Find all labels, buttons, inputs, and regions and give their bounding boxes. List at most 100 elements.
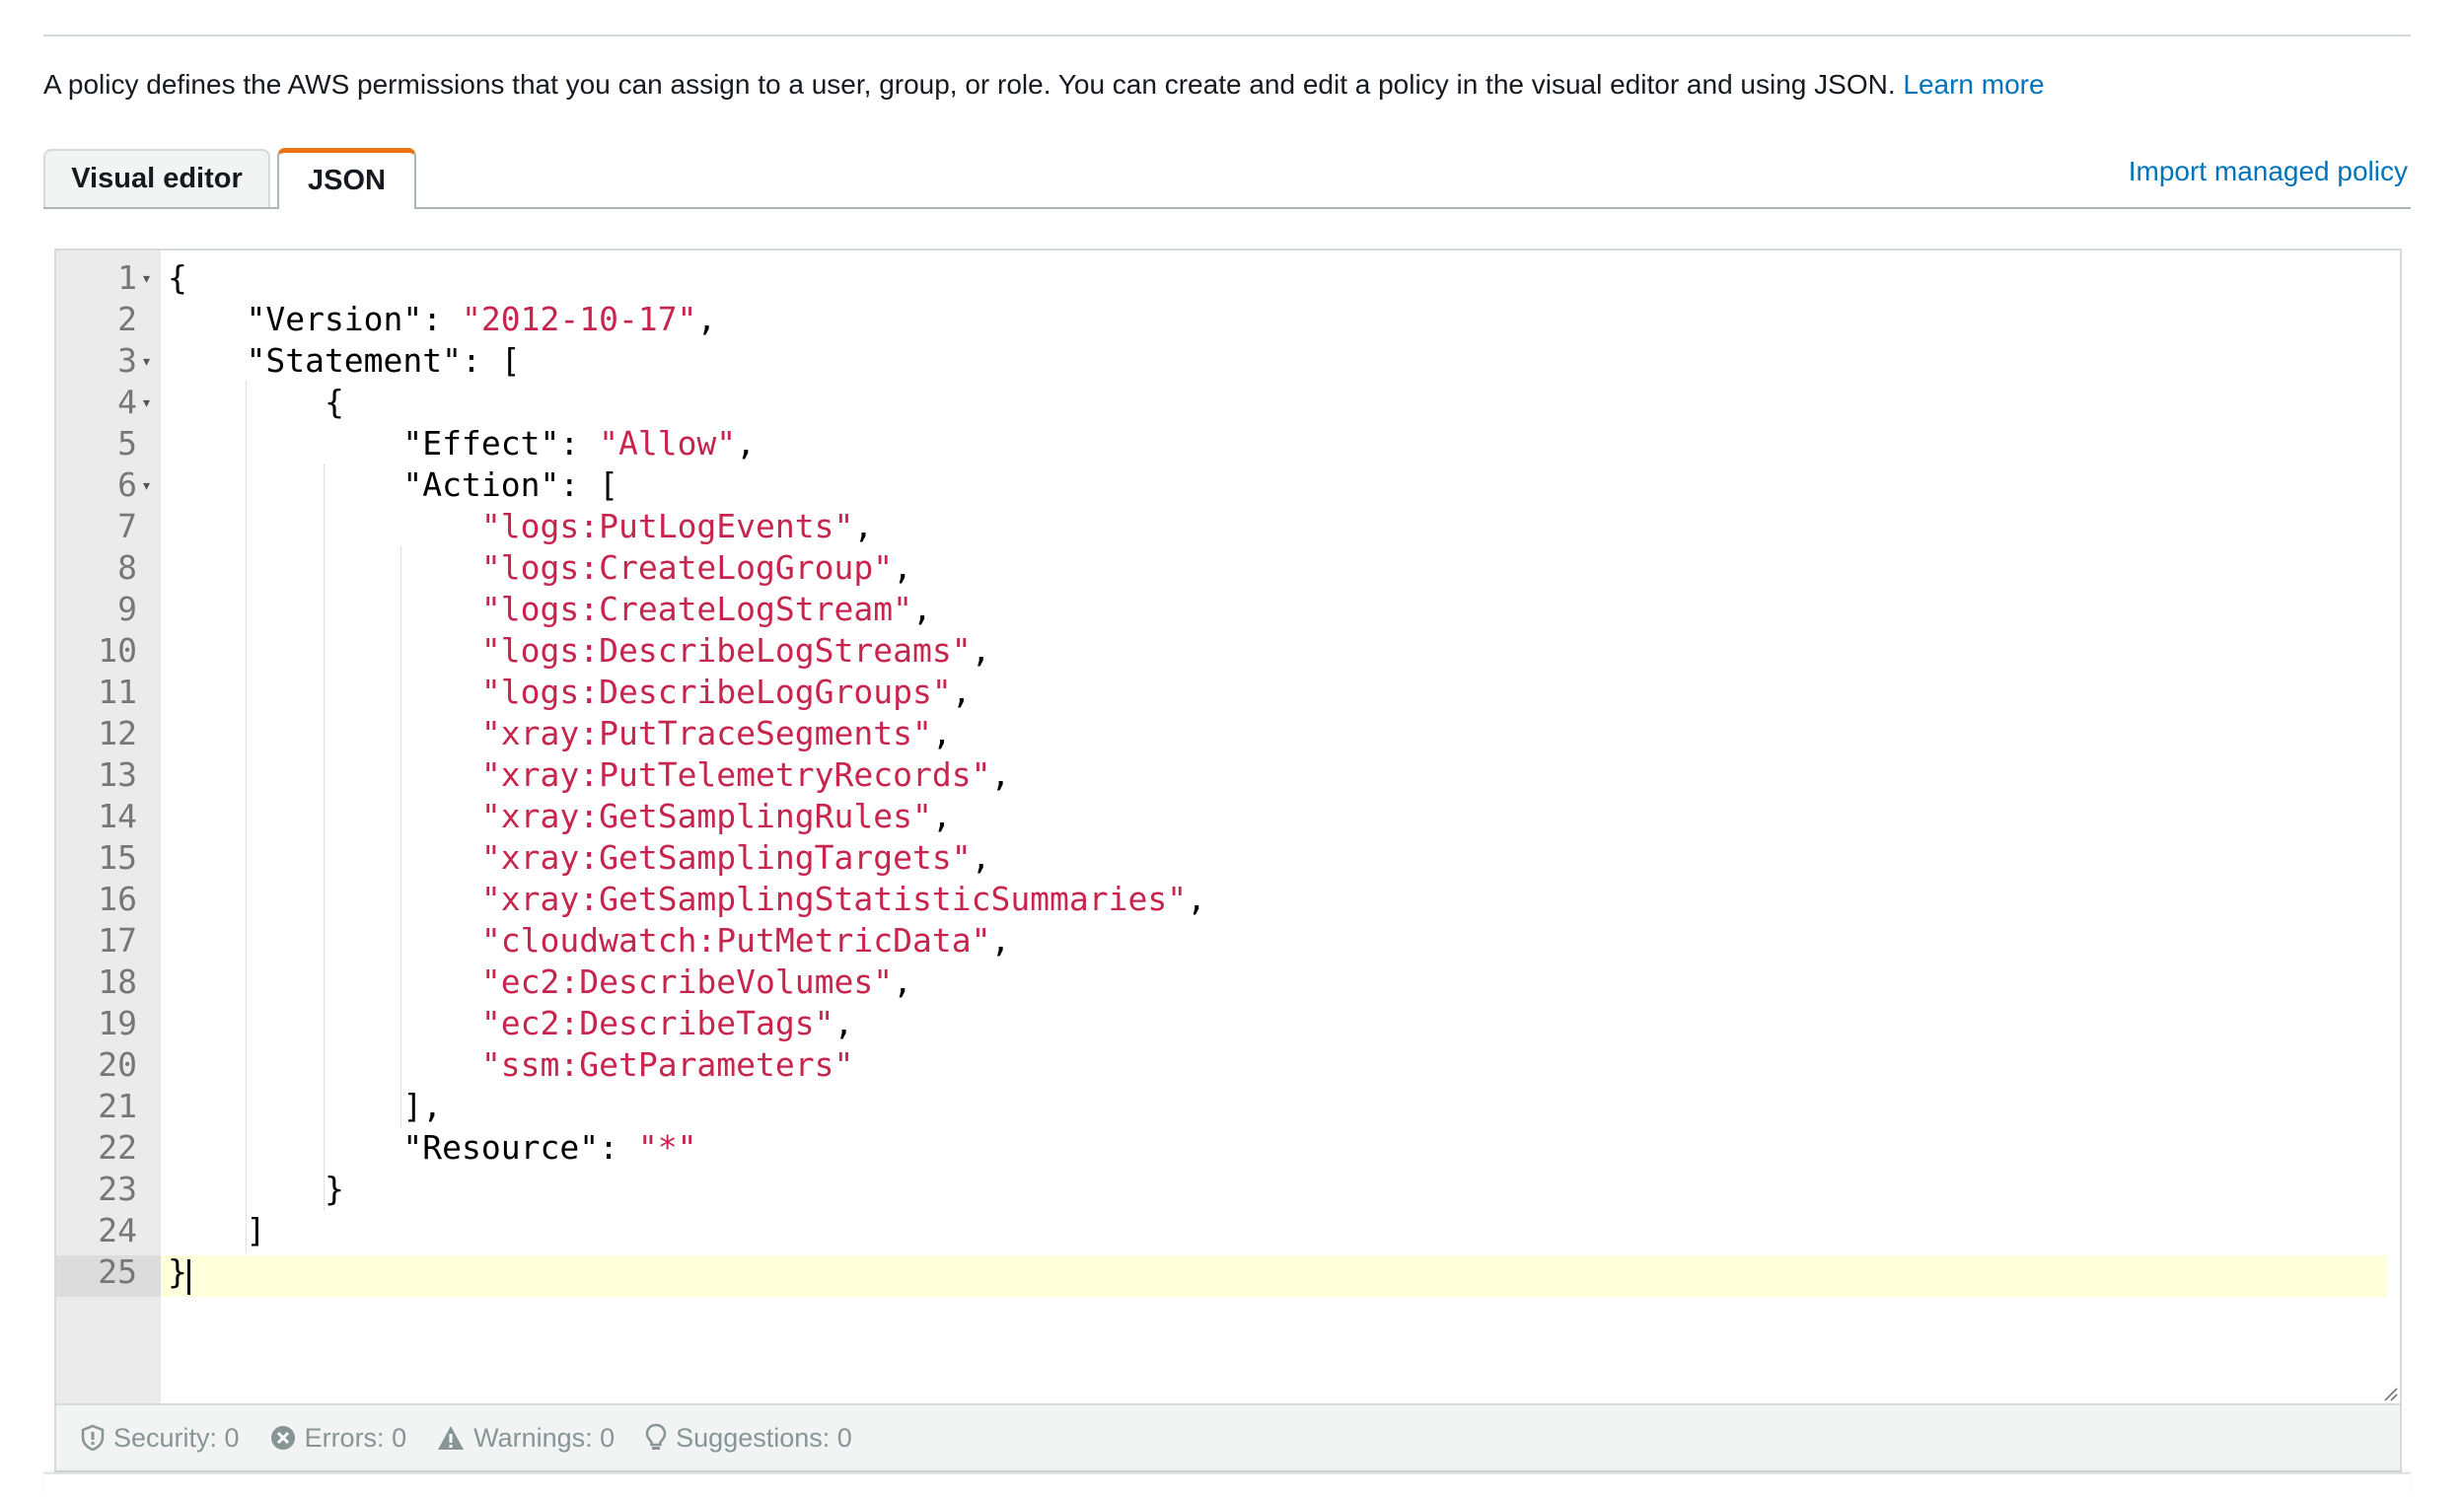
code-line: "logs:PutLogEvents", xyxy=(168,506,873,547)
string-token: "logs:DescribeLogGroups" xyxy=(480,673,952,711)
line-number: 8 xyxy=(117,548,137,587)
code-line: "xray:GetSamplingRules", xyxy=(168,796,952,837)
code-token: , xyxy=(990,755,1011,794)
json-policy-editor[interactable]: 1 ▾ 2 3 ▾ 4 ▾ 5 6 ▾ 7 8 9 10 11 12 13 14 15 16 17 18 19 20 21 22 2… xyxy=(54,249,2402,1405)
active-line-highlight xyxy=(162,1255,2387,1297)
line-number: 1 xyxy=(117,258,137,297)
line-number: 22 xyxy=(98,1128,137,1167)
code-token: "Statement": [ xyxy=(168,341,521,380)
learn-more-link[interactable]: Learn more xyxy=(1903,69,2044,100)
indent-guide xyxy=(245,382,247,1251)
line-number: 25 xyxy=(98,1252,137,1291)
indent-guide xyxy=(323,464,325,1210)
string-token: "logs:CreateLogGroup" xyxy=(480,548,894,587)
code-line: "logs:DescribeLogStreams", xyxy=(168,630,991,672)
lightbulb-icon xyxy=(645,1423,667,1450)
string-token: "xray:GetSamplingRules" xyxy=(480,797,932,835)
code-token: , xyxy=(893,548,912,587)
line-number: 12 xyxy=(98,714,137,752)
tab-json-label: JSON xyxy=(308,165,386,196)
code-line: "ssm:GetParameters" xyxy=(168,1044,854,1086)
security-status[interactable]: Security: 0 xyxy=(80,1423,240,1454)
line-number: 2 xyxy=(117,300,137,338)
string-token: "ec2:DescribeTags" xyxy=(480,1004,834,1042)
line-number: 6 xyxy=(117,465,137,504)
code-line: } xyxy=(168,1169,344,1210)
fold-arrow-icon[interactable]: ▾ xyxy=(143,382,150,423)
line-number: 7 xyxy=(117,507,137,545)
code-token: , xyxy=(893,962,912,1001)
line-number: 15 xyxy=(98,838,137,877)
code-line: "logs:CreateLogGroup", xyxy=(168,547,912,589)
code-line: "Resource": "*" xyxy=(168,1127,696,1169)
error-icon xyxy=(270,1426,295,1450)
string-token: "xray:PutTelemetryRecords" xyxy=(480,755,991,794)
next-panel-edge xyxy=(43,1472,2411,1497)
code-token: } xyxy=(168,1170,344,1208)
tab-visual-editor[interactable]: Visual editor xyxy=(43,149,270,207)
fold-arrow-icon[interactable]: ▾ xyxy=(143,340,150,382)
string-token: "ec2:DescribeVolumes" xyxy=(480,962,894,1001)
line-number: 11 xyxy=(98,673,137,711)
code-token: , xyxy=(931,714,952,752)
validation-status-bar: Security: 0 Errors: 0 Warnings: 0 Sugges… xyxy=(54,1405,2402,1472)
code-token: , xyxy=(971,631,991,670)
code-line: "xray:PutTraceSegments", xyxy=(168,713,952,754)
code-line: ] xyxy=(168,1210,265,1251)
suggestions-status[interactable]: Suggestions: 0 xyxy=(644,1423,852,1454)
code-line: "xray:GetSamplingTargets", xyxy=(168,837,991,879)
code-line: "ec2:DescribeTags", xyxy=(168,1003,854,1044)
code-line: "Effect": "Allow", xyxy=(168,423,756,464)
code-token: , xyxy=(833,1004,854,1042)
string-token: "*" xyxy=(637,1128,697,1167)
text-cursor xyxy=(187,1259,190,1295)
fold-arrow-icon[interactable]: ▾ xyxy=(143,257,150,299)
indent-guide xyxy=(400,547,402,1127)
tab-json[interactable]: JSON xyxy=(277,148,416,209)
string-token: "logs:DescribeLogStreams" xyxy=(480,631,972,670)
code-token: , xyxy=(736,424,757,463)
line-number: 3 xyxy=(117,341,137,380)
line-number: 18 xyxy=(98,962,137,1001)
string-token: "xray:GetSamplingTargets" xyxy=(480,838,972,877)
line-number: 23 xyxy=(98,1170,137,1208)
string-token: "cloudwatch:PutMetricData" xyxy=(480,921,991,960)
warning-icon xyxy=(438,1426,465,1450)
code-token: , xyxy=(931,797,952,835)
code-line: { xyxy=(168,382,344,423)
fold-arrow-icon[interactable]: ▾ xyxy=(143,464,150,506)
code-line: "ec2:DescribeVolumes", xyxy=(168,962,912,1003)
string-token: "logs:PutLogEvents" xyxy=(480,507,854,545)
line-number: 14 xyxy=(98,797,137,835)
code-line: "logs:DescribeLogGroups", xyxy=(168,672,972,713)
resize-handle-icon[interactable] xyxy=(2382,1386,2398,1401)
code-line: "logs:CreateLogStream", xyxy=(168,589,932,630)
warnings-status[interactable]: Warnings: 0 xyxy=(436,1423,615,1454)
top-divider xyxy=(43,35,2411,36)
code-token: { xyxy=(168,383,344,421)
line-number: 21 xyxy=(98,1087,137,1125)
code-token: ] xyxy=(168,1211,266,1249)
code-token: , xyxy=(911,590,932,628)
code-token: { xyxy=(168,258,187,297)
code-line: "Action": [ xyxy=(168,464,618,506)
string-token: "2012-10-17" xyxy=(462,300,697,338)
code-line: "xray:PutTelemetryRecords", xyxy=(168,754,1010,796)
import-managed-policy-link[interactable]: Import managed policy xyxy=(2129,156,2408,187)
code-line: "Statement": [ xyxy=(168,340,521,382)
code-token: "Resource": xyxy=(168,1128,638,1167)
code-token: , xyxy=(853,507,874,545)
code-token: "Action": [ xyxy=(168,465,618,504)
code-token: "Version": xyxy=(168,300,463,338)
code-token: } xyxy=(168,1252,187,1291)
code-line: "Version": "2012-10-17", xyxy=(168,299,716,340)
errors-status[interactable]: Errors: 0 xyxy=(269,1423,406,1454)
